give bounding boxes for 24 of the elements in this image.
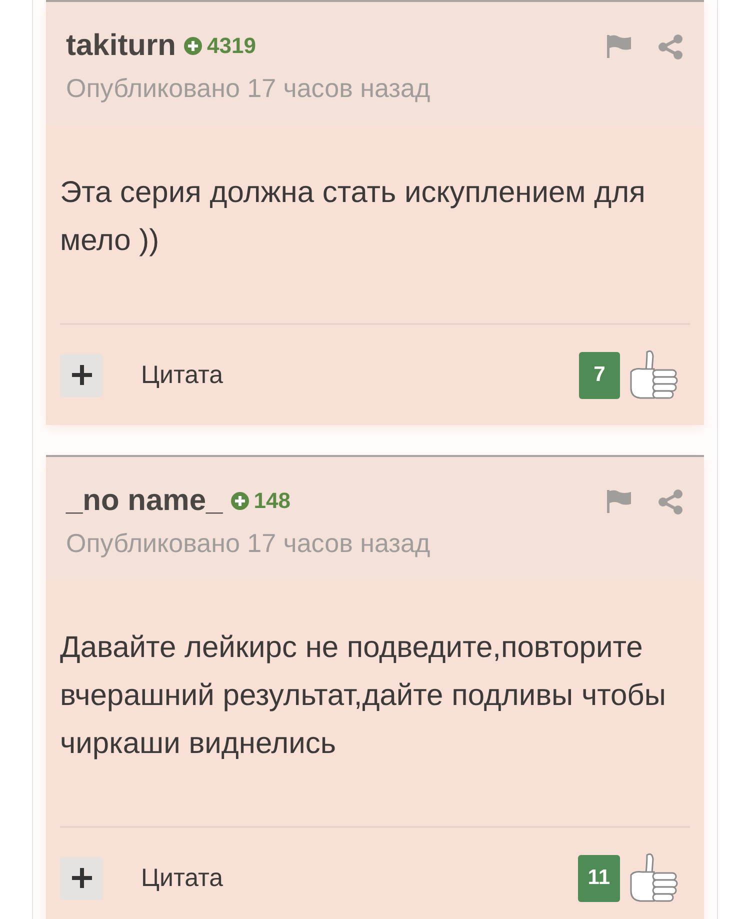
plus-icon bbox=[72, 365, 92, 385]
vote-count: 11 bbox=[578, 854, 620, 902]
flag-icon[interactable] bbox=[606, 34, 632, 58]
comment-text: Давайте лейкирс не подведите,повторите вчерашний результат,дайте подливы чтобы чиркаши виднелись bbox=[59, 630, 667, 762]
post-date: Опубликовано 17 часов назад bbox=[66, 73, 430, 104]
quote-link[interactable]: Цитата bbox=[141, 864, 578, 892]
flag-icon[interactable] bbox=[606, 489, 632, 513]
share-icon[interactable] bbox=[658, 34, 684, 60]
reputation-count: 148 bbox=[254, 488, 290, 514]
plus-circle-icon bbox=[230, 492, 249, 510]
share-icon[interactable] bbox=[658, 489, 684, 515]
author-name[interactable]: takiturn bbox=[66, 29, 176, 63]
post-date: Опубликовано 17 часов назад bbox=[66, 528, 430, 559]
quote-link[interactable]: Цитата bbox=[141, 360, 579, 390]
vote-count: 7 bbox=[579, 352, 620, 398]
add-button[interactable] bbox=[60, 354, 103, 396]
author-name[interactable]: _no name_ bbox=[66, 484, 223, 518]
add-button[interactable] bbox=[60, 856, 103, 900]
thumbs-up-icon[interactable] bbox=[628, 348, 680, 402]
thumbs-up-icon[interactable] bbox=[628, 851, 680, 905]
comment-text: Эта серия должна стать искуплением для мело )) bbox=[59, 175, 646, 259]
plus-circle-icon bbox=[184, 37, 202, 55]
reputation-count: 4319 bbox=[207, 33, 256, 59]
plus-icon bbox=[72, 868, 92, 888]
